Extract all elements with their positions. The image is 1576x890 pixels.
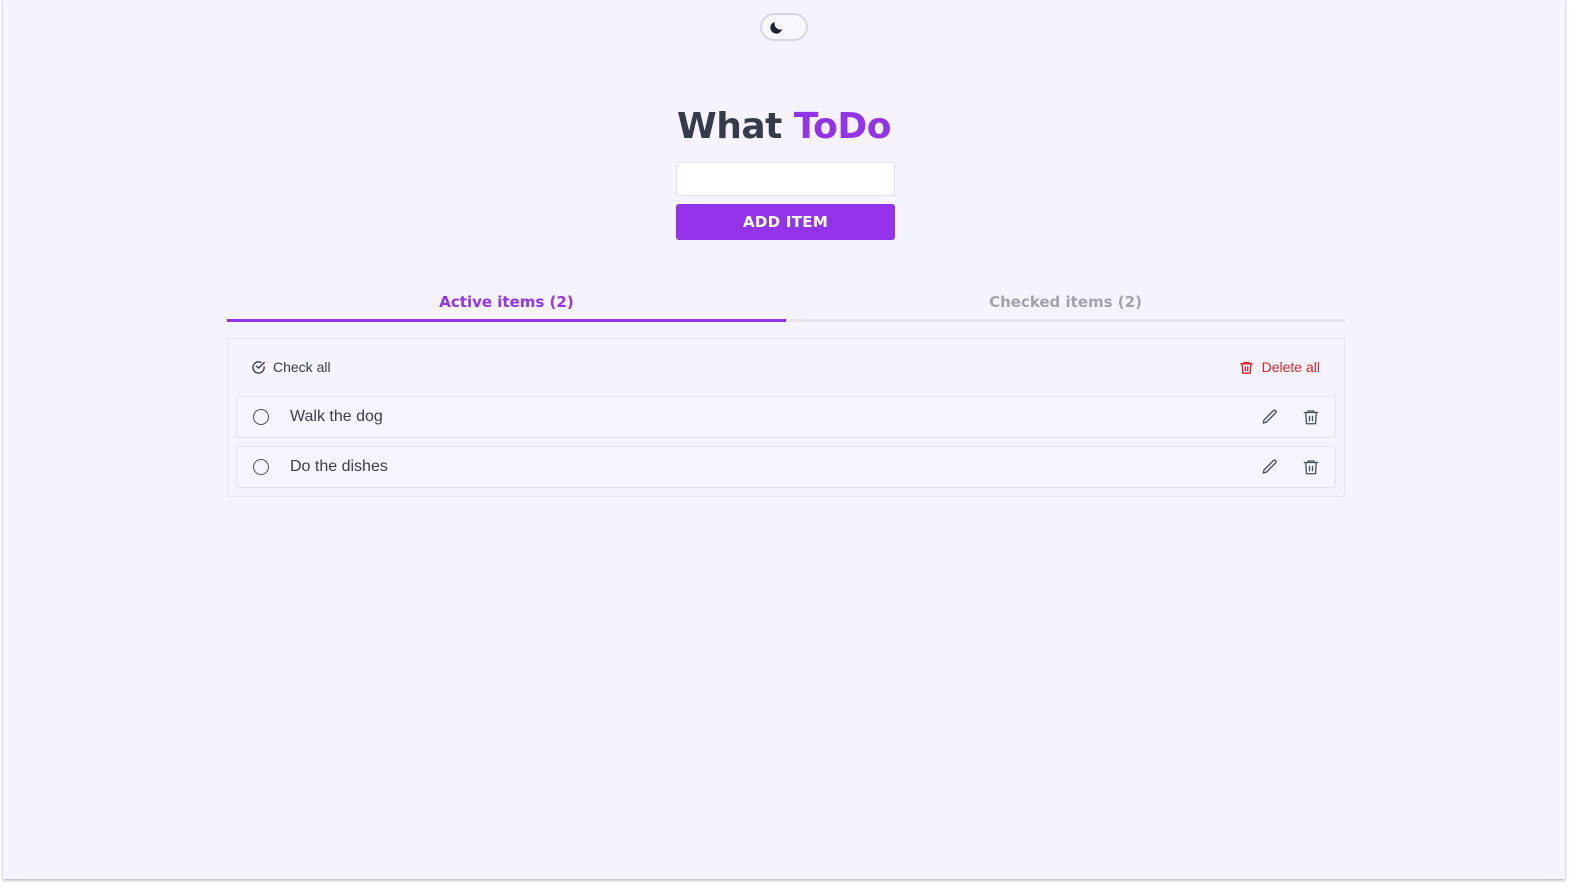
check-all-label: Check all	[273, 359, 331, 375]
pencil-icon[interactable]	[1261, 458, 1279, 476]
item-text: Do the dishes	[290, 458, 388, 475]
tab-active-items[interactable]: Active items (2)	[227, 286, 786, 322]
panel-actions: Check all Delete all	[228, 353, 1344, 385]
trash-icon[interactable]	[1302, 458, 1320, 476]
new-item-input[interactable]	[676, 162, 895, 196]
items-panel: Check all Delete all Walk the dog Do the…	[227, 338, 1345, 497]
tab-bar: Active items (2) Checked items (2)	[227, 286, 1345, 322]
list-item: Do the dishes	[236, 446, 1336, 488]
check-all-button[interactable]: Check all	[251, 359, 331, 375]
tab-checked-items[interactable]: Checked items (2)	[786, 286, 1345, 322]
trash-icon	[1239, 360, 1254, 375]
list-item: Walk the dog	[236, 396, 1336, 438]
title-what: What	[676, 106, 782, 147]
add-item-button[interactable]: ADD ITEM	[676, 204, 895, 240]
item-checkbox[interactable]	[253, 409, 269, 425]
item-text: Walk the dog	[290, 408, 383, 425]
trash-icon[interactable]	[1302, 408, 1320, 426]
circle-check-icon	[251, 360, 266, 375]
pencil-icon[interactable]	[1261, 408, 1279, 426]
moon-icon	[768, 19, 785, 36]
title-todo: ToDo	[793, 106, 892, 147]
item-checkbox[interactable]	[253, 459, 269, 475]
app-window: What ToDo ADD ITEM Active items (2) Chec…	[3, 0, 1565, 879]
theme-toggle[interactable]	[760, 13, 808, 41]
page-title: What ToDo	[3, 103, 1565, 151]
delete-all-label: Delete all	[1261, 359, 1320, 375]
delete-all-button[interactable]: Delete all	[1239, 359, 1320, 375]
